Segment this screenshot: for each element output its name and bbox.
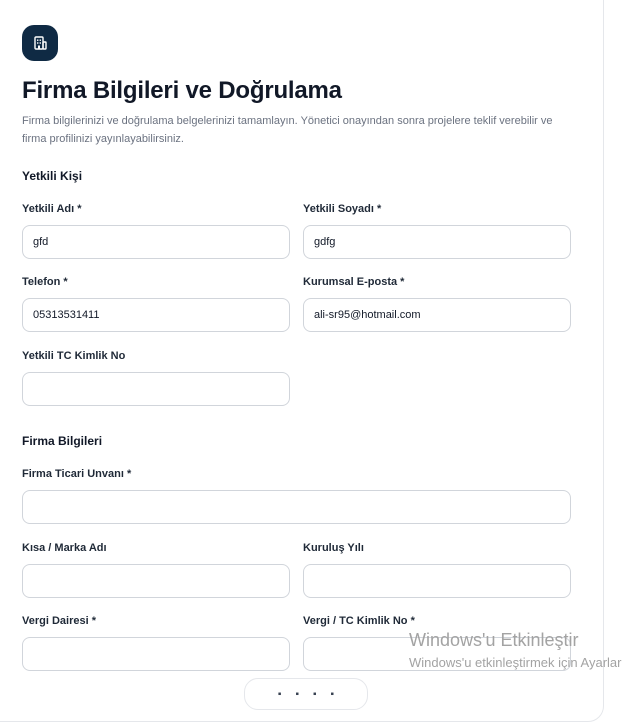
tax-no-label: Vergi / TC Kimlik No * bbox=[303, 615, 415, 627]
email-label: Kurumsal E-posta * bbox=[303, 276, 405, 288]
tc-no-label: Yetkili TC Kimlik No bbox=[22, 350, 126, 362]
phone-input[interactable] bbox=[22, 298, 290, 332]
tax-office-label: Vergi Dairesi * bbox=[22, 615, 96, 627]
tc-no-input[interactable] bbox=[22, 372, 290, 406]
watermark-subtitle: Windows'u etkinleştirmek için Ayarlar bbox=[409, 655, 622, 670]
trade-name-label: Firma Ticari Unvanı * bbox=[22, 468, 132, 480]
toolbar-icon[interactable]: ▪ bbox=[331, 689, 335, 700]
watermark-title: Windows'u Etkinleştir bbox=[409, 630, 579, 650]
toolbar-icon[interactable]: ▪ bbox=[278, 689, 282, 700]
tax-office-input[interactable] bbox=[22, 637, 290, 671]
page-title: Firma Bilgileri ve Doğrulama bbox=[22, 77, 342, 104]
floating-toolbar[interactable]: ▪ ▪ ▪ ▪ bbox=[244, 678, 368, 710]
founded-year-input[interactable] bbox=[303, 564, 571, 598]
page-subtitle: Firma bilgilerinizi ve doğrulama belgele… bbox=[22, 115, 553, 145]
phone-label: Telefon * bbox=[22, 276, 68, 288]
first-name-input[interactable] bbox=[22, 225, 290, 259]
building-icon bbox=[22, 25, 58, 61]
toolbar-icon[interactable]: ▪ bbox=[295, 689, 299, 700]
last-name-label: Yetkili Soyadı * bbox=[303, 203, 382, 215]
brand-name-label: Kısa / Marka Adı bbox=[22, 542, 107, 554]
first-name-label: Yetkili Adı * bbox=[22, 203, 82, 215]
section-title-authorized-person: Yetkili Kişi bbox=[22, 169, 83, 183]
email-input[interactable] bbox=[303, 298, 571, 332]
section-title-company: Firma Bilgileri bbox=[22, 434, 103, 448]
last-name-input[interactable] bbox=[303, 225, 571, 259]
trade-name-input[interactable] bbox=[22, 490, 571, 524]
toolbar-icon[interactable]: ▪ bbox=[313, 689, 317, 700]
brand-name-input[interactable] bbox=[22, 564, 290, 598]
windows-activation-watermark: Windows'u Etkinleştir Windows'u etkinleş… bbox=[409, 630, 621, 670]
founded-year-label: Kuruluş Yılı bbox=[303, 542, 364, 554]
